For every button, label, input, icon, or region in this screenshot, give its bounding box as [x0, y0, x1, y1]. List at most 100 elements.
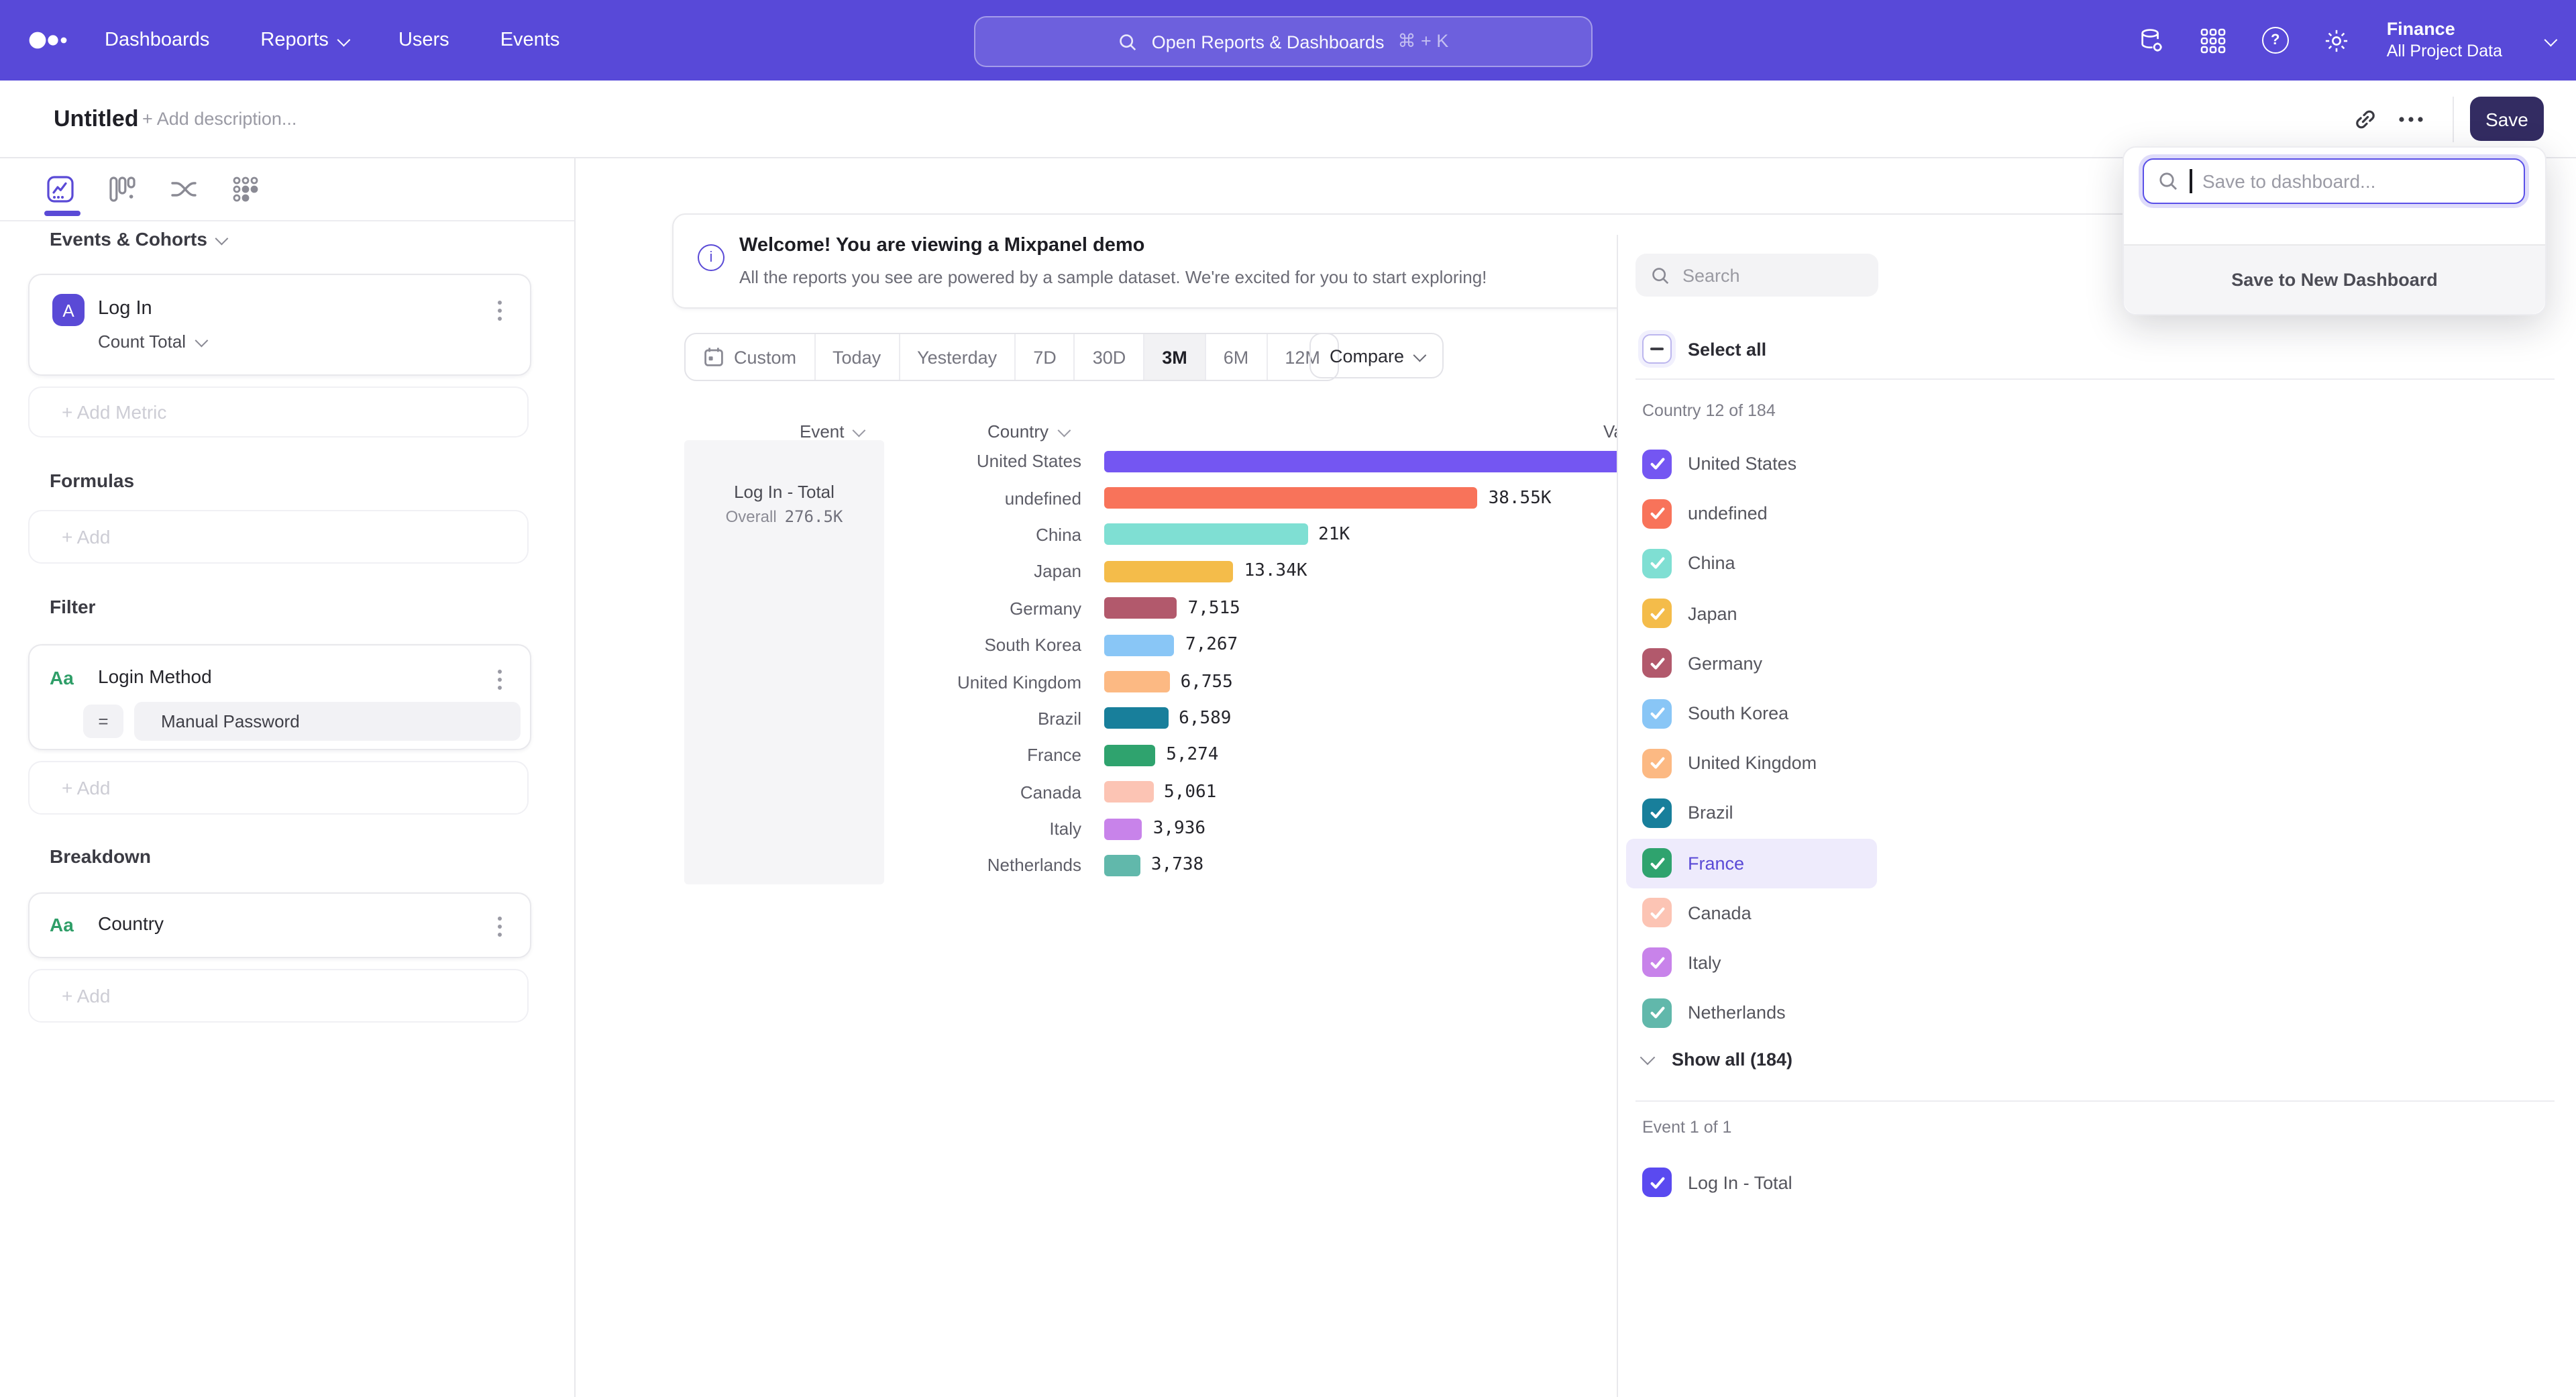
event-filter-row[interactable]: Log In - Total — [1642, 1168, 1792, 1197]
global-search-input[interactable]: Open Reports & Dashboards ⌘ + K — [974, 16, 1593, 67]
kebab-menu-icon[interactable] — [484, 295, 514, 325]
date-range-option[interactable]: 3M — [1144, 334, 1206, 380]
event-badge: A — [52, 294, 85, 326]
save-to-new-dashboard-button[interactable]: Save to New Dashboard — [2124, 244, 2545, 314]
insights-tab-icon[interactable] — [46, 174, 75, 204]
nav-users[interactable]: Users — [398, 30, 449, 51]
legend-search-input[interactable]: Search — [1635, 254, 1878, 297]
divider — [1635, 1100, 2555, 1102]
country-filter-row[interactable]: Germany — [1626, 639, 1877, 688]
country-filter-row[interactable]: France — [1626, 838, 1877, 888]
event-column-header[interactable]: Event — [800, 421, 863, 442]
country-filter-row[interactable]: Japan — [1626, 588, 1877, 638]
value-bar[interactable] — [1104, 671, 1170, 692]
value-bar[interactable] — [1104, 855, 1140, 876]
apps-grid-icon[interactable] — [2199, 25, 2229, 55]
country-filter-row[interactable]: South Korea — [1626, 688, 1877, 738]
funnels-tab-icon[interactable] — [107, 174, 137, 204]
nav-dashboards[interactable]: Dashboards — [105, 30, 209, 51]
checkbox-checked-icon[interactable] — [1642, 848, 1672, 878]
checkbox-checked-icon[interactable] — [1642, 549, 1672, 578]
checkbox-checked-icon[interactable] — [1642, 698, 1672, 728]
country-filter-row[interactable]: United Kingdom — [1626, 738, 1877, 788]
save-button[interactable]: Save — [2470, 97, 2544, 141]
add-description-field[interactable]: + Add description... — [142, 81, 297, 157]
value-bar[interactable] — [1104, 708, 1168, 729]
value-bar[interactable] — [1104, 487, 1478, 509]
value-bar[interactable] — [1104, 598, 1177, 619]
add-formula-button[interactable]: + Add — [28, 510, 529, 564]
country-filter-row[interactable]: Canada — [1626, 888, 1877, 937]
value-bar[interactable] — [1104, 745, 1155, 766]
nav-events[interactable]: Events — [500, 30, 560, 51]
metric-card[interactable]: A Log In Count Total — [28, 274, 531, 376]
filter-property-name[interactable]: Login Method — [98, 666, 212, 687]
save-dashboard-search-input[interactable]: Save to dashboard... — [2143, 158, 2525, 204]
filter-card[interactable]: Aa Login Method = Manual Password — [28, 644, 531, 750]
checkbox-checked-icon[interactable] — [1642, 998, 1672, 1027]
country-column-header[interactable]: Country — [987, 421, 1067, 442]
checkbox-indeterminate-icon[interactable] — [1642, 334, 1672, 364]
country-filter-row[interactable]: United States — [1626, 439, 1877, 488]
country-filter-row[interactable]: Netherlands — [1626, 988, 1877, 1037]
aggregation-selector[interactable]: Count Total — [98, 331, 205, 352]
country-filter-row[interactable]: Brazil — [1626, 788, 1877, 838]
checkbox-checked-icon[interactable] — [1642, 649, 1672, 678]
settings-gear-icon[interactable] — [2322, 25, 2352, 55]
checkbox-checked-icon[interactable] — [1642, 449, 1672, 478]
value-label: 6,589 — [1179, 709, 1231, 729]
checkbox-checked-icon[interactable] — [1642, 499, 1672, 529]
filter-value-field[interactable]: Manual Password — [134, 702, 521, 741]
project-selector[interactable]: Finance All Project Data — [2387, 19, 2502, 62]
country-filter-label: Italy — [1688, 953, 1721, 973]
filter-operator-chip[interactable]: = — [83, 705, 123, 738]
more-options-icon[interactable] — [2388, 96, 2434, 142]
compare-button[interactable]: Compare — [1309, 333, 1443, 378]
checkbox-checked-icon[interactable] — [1642, 748, 1672, 778]
date-range-option[interactable]: 6M — [1206, 334, 1268, 380]
flows-tab-icon[interactable] — [169, 174, 199, 204]
date-range-option[interactable]: 7D — [1016, 334, 1075, 380]
add-metric-button[interactable]: + Add Metric — [28, 386, 529, 437]
info-icon: i — [698, 244, 724, 271]
date-range-option[interactable]: 30D — [1075, 334, 1145, 380]
value-bar[interactable] — [1104, 634, 1175, 656]
report-title[interactable]: Untitled — [54, 81, 139, 157]
checkbox-checked-icon[interactable] — [1642, 1168, 1672, 1197]
copy-link-icon[interactable] — [2343, 96, 2388, 142]
country-label: United Kingdom — [790, 672, 1104, 692]
value-bar[interactable] — [1104, 781, 1153, 803]
mixpanel-logo-icon[interactable] — [27, 27, 72, 54]
global-search-placeholder: Open Reports & Dashboards — [1152, 32, 1385, 52]
country-filter-row[interactable]: undefined — [1626, 488, 1877, 538]
country-filter-row[interactable]: China — [1626, 539, 1877, 588]
add-filter-button[interactable]: + Add — [28, 761, 529, 815]
breakdown-property-name[interactable]: Country — [98, 913, 164, 934]
events-cohorts-header[interactable]: Events & Cohorts — [50, 228, 226, 250]
checkbox-checked-icon[interactable] — [1642, 898, 1672, 928]
nav-reports[interactable]: Reports — [260, 30, 347, 51]
add-breakdown-button[interactable]: + Add — [28, 969, 529, 1023]
value-label: 6,755 — [1181, 672, 1233, 692]
breakdown-card[interactable]: Aa Country — [28, 892, 531, 958]
kebab-menu-icon[interactable] — [484, 911, 514, 941]
kebab-menu-icon[interactable] — [484, 664, 514, 694]
show-all-toggle[interactable]: Show all (184) — [1642, 1049, 1792, 1070]
date-range-option[interactable]: Yesterday — [900, 334, 1016, 380]
country-label: Japan — [790, 562, 1104, 582]
value-bar[interactable] — [1104, 561, 1234, 582]
country-label: undefined — [790, 488, 1104, 508]
value-bar[interactable] — [1104, 524, 1307, 546]
date-range-option[interactable]: Today — [815, 334, 900, 380]
help-icon[interactable]: ? — [2261, 25, 2290, 55]
metric-event-name[interactable]: Log In — [98, 298, 152, 319]
data-management-icon[interactable] — [2137, 25, 2167, 55]
select-all-row[interactable]: Select all — [1642, 334, 1766, 364]
checkbox-checked-icon[interactable] — [1642, 599, 1672, 628]
checkbox-checked-icon[interactable] — [1642, 798, 1672, 828]
retention-tab-icon[interactable] — [231, 174, 260, 204]
value-bar[interactable] — [1104, 818, 1142, 839]
date-range-option[interactable]: Custom — [686, 334, 815, 380]
checkbox-checked-icon[interactable] — [1642, 948, 1672, 978]
country-filter-row[interactable]: Italy — [1626, 938, 1877, 988]
